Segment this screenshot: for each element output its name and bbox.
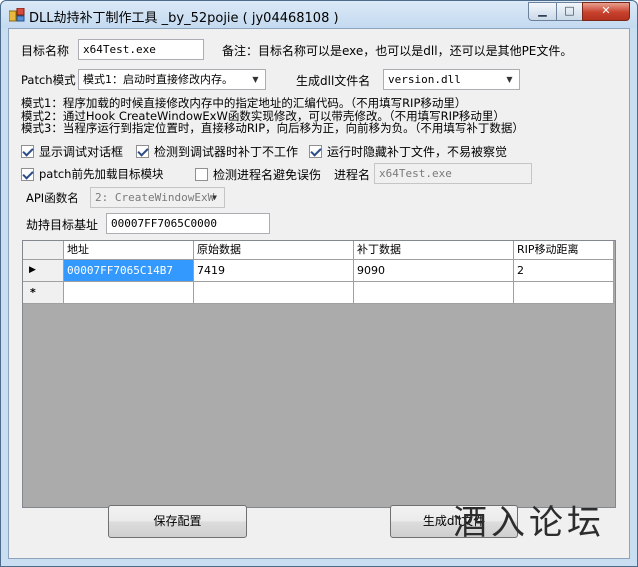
- base-address-input[interactable]: 00007FF7065C0000: [106, 213, 270, 234]
- mode-note: 模式1：程序加载的时候直接修改内存中的指定地址的汇编代码。（不用填写RIP移动里…: [21, 96, 467, 110]
- cell-address[interactable]: [64, 282, 194, 304]
- row-new-marker-icon[interactable]: *: [23, 282, 64, 304]
- app-icon: [9, 8, 25, 22]
- show-debug-dialog-checkbox[interactable]: 显示调试对话框: [21, 143, 123, 160]
- api-function-select[interactable]: 2: CreateWindowExW ▼: [90, 187, 225, 208]
- checkbox-checked-icon: [309, 145, 322, 158]
- api-function-label: API函数名: [26, 191, 79, 205]
- checkbox-checked-icon: [21, 167, 34, 181]
- title-bar[interactable]: DLL劫持补丁制作工具 _by_52pojie ( jy04468108 ) ▁…: [1, 1, 637, 28]
- chevron-down-icon: ▼: [212, 193, 217, 202]
- process-name-label: 进程名: [334, 168, 371, 182]
- check-process-name-checkbox[interactable]: 检测进程名避免误伤: [195, 166, 321, 183]
- target-note: 备注：目标名称可以是exe，也可以是dll，还可以是其他PE文件。: [222, 44, 573, 58]
- cell-patch[interactable]: 9090: [354, 260, 514, 282]
- cell-rip[interactable]: 2: [514, 260, 614, 282]
- process-name-input[interactable]: x64Test.exe: [374, 163, 532, 184]
- grid-corner: [23, 241, 64, 260]
- patch-mode-value: 模式1：启动时直接修改内存。: [83, 73, 233, 86]
- api-function-value: 2: CreateWindowExW: [95, 191, 215, 204]
- cell-rip[interactable]: [514, 282, 614, 304]
- column-header-original[interactable]: 原始数据: [194, 241, 354, 260]
- column-header-rip[interactable]: RIP移动距离: [514, 241, 614, 260]
- checkbox-unchecked-icon: [195, 168, 208, 181]
- client-area: 目标名称 x64Test.exe 备注：目标名称可以是exe，也可以是dll，还…: [8, 28, 630, 559]
- target-name-label: 目标名称: [21, 44, 70, 58]
- cell-original[interactable]: 7419: [194, 260, 354, 282]
- patch-mode-label: Patch模式: [21, 73, 76, 87]
- checkbox-label: patch前先加载目标模块: [39, 167, 164, 181]
- minimize-button[interactable]: ▁: [528, 2, 557, 21]
- mode-notes: 模式1：程序加载的时候直接修改内存中的指定地址的汇编代码。（不用填写RIP移动里…: [21, 97, 524, 135]
- chevron-down-icon: ▼: [252, 75, 259, 84]
- cell-original[interactable]: [194, 282, 354, 304]
- output-dll-select[interactable]: version.dll ▼: [383, 69, 520, 90]
- cell-patch[interactable]: [354, 282, 514, 304]
- patch-mode-select[interactable]: 模式1：启动时直接修改内存。 ▼: [78, 69, 266, 90]
- base-address-label: 劫持目标基址: [26, 218, 99, 232]
- save-config-button[interactable]: 保存配置: [108, 505, 247, 538]
- window-title: DLL劫持补丁制作工具 _by_52pojie ( jy04468108 ): [29, 11, 339, 26]
- preload-module-checkbox[interactable]: patch前先加载目标模块: [21, 166, 163, 182]
- cell-address[interactable]: 00007FF7065C14B7: [64, 260, 194, 282]
- main-window: DLL劫持补丁制作工具 _by_52pojie ( jy04468108 ) ▁…: [0, 0, 638, 567]
- checkbox-label: 检测到调试器时补丁不工作: [154, 145, 299, 159]
- output-dll-label: 生成dll文件名: [296, 74, 371, 88]
- watermark-text: 酒入论坛: [453, 503, 605, 543]
- column-header-address[interactable]: 地址: [64, 241, 194, 260]
- checkbox-checked-icon: [136, 145, 149, 158]
- mode-note: 模式3：当程序运行到指定位置时，直接移动RIP，向后移为正，向前移为负。（不用填…: [21, 121, 524, 135]
- column-header-patch[interactable]: 补丁数据: [354, 241, 514, 260]
- output-dll-value: version.dll: [388, 73, 461, 86]
- checkbox-label: 运行时隐藏补丁文件，不易被察觉: [327, 145, 508, 159]
- close-button[interactable]: ✕: [582, 2, 630, 21]
- chevron-down-icon: ▼: [506, 75, 513, 84]
- no-patch-on-debugger-checkbox[interactable]: 检测到调试器时补丁不工作: [136, 143, 298, 160]
- checkbox-label: 显示调试对话框: [39, 145, 124, 159]
- checkbox-label: 检测进程名避免误伤: [213, 168, 322, 182]
- checkbox-checked-icon: [21, 145, 34, 158]
- hide-patch-file-checkbox[interactable]: 运行时隐藏补丁文件，不易被察觉: [309, 143, 507, 160]
- maximize-button[interactable]: □: [556, 2, 583, 21]
- target-name-input[interactable]: x64Test.exe: [78, 39, 204, 60]
- patch-grid[interactable]: 地址 原始数据 补丁数据 RIP移动距离 ▶ 00007FF7065C14B7 …: [22, 240, 616, 508]
- row-current-marker-icon[interactable]: ▶: [23, 260, 64, 282]
